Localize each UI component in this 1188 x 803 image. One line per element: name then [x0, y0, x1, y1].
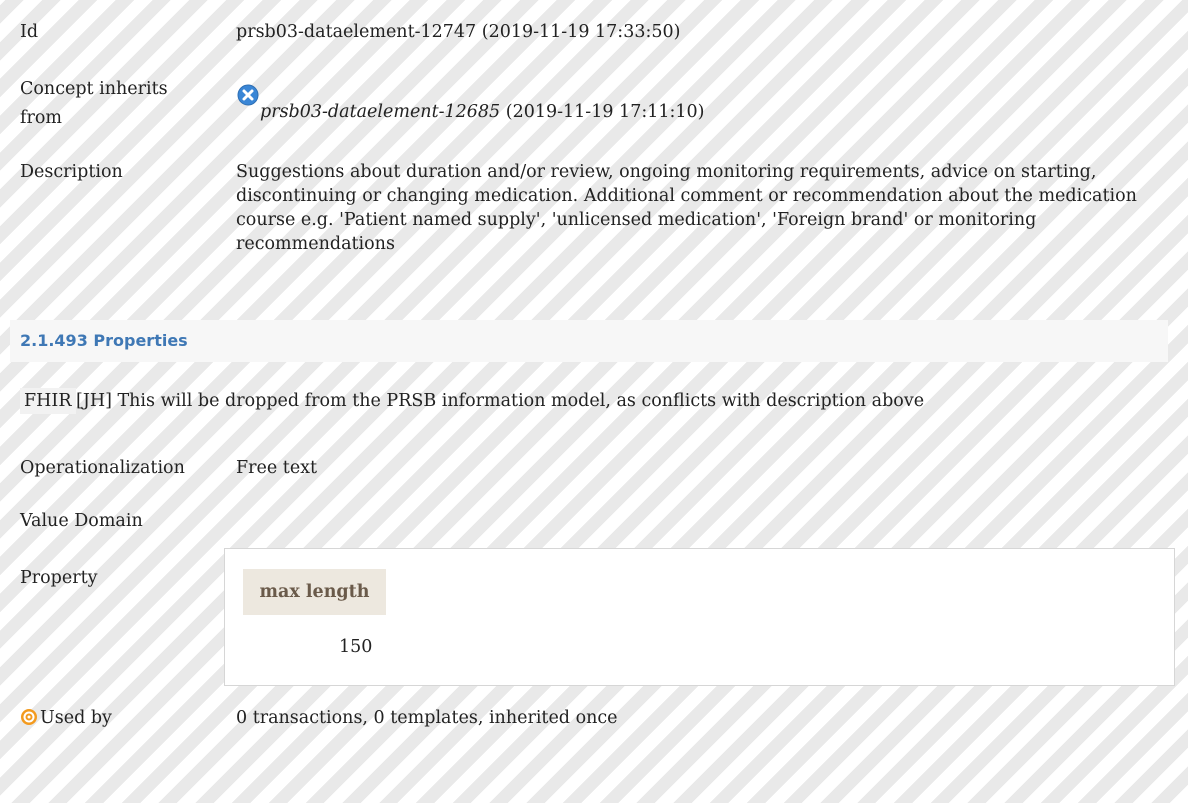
- fhir-tag: FHIR: [20, 388, 76, 414]
- concept-label-line1: Concept inherits: [20, 79, 168, 99]
- concept-source-link[interactable]: prsb03-dataelement-12685: [260, 102, 500, 122]
- used-by-label-wrap: Used by: [20, 706, 112, 733]
- id-value: prsb03-dataelement-12747 (2019-11-19 17:…: [236, 22, 681, 42]
- property-table: max length 150: [224, 548, 1175, 686]
- description-label: Description: [20, 162, 123, 182]
- fhir-note: [JH] This will be dropped from the PRSB …: [76, 391, 925, 411]
- value-domain-label: Value Domain: [20, 511, 143, 531]
- concept-source: prsb03-dataelement-12685 (2019-11-19 17:…: [260, 100, 704, 124]
- max-length-value: 150: [339, 637, 373, 657]
- operationalization-value: Free text: [236, 458, 318, 478]
- concept-source-date: (2019-11-19 17:11:10): [505, 102, 705, 122]
- id-label: Id: [20, 22, 39, 42]
- x-circle-icon[interactable]: [237, 84, 259, 111]
- target-icon: [20, 708, 38, 733]
- used-by-label: Used by: [40, 708, 112, 728]
- used-by-value[interactable]: 0 transactions, 0 templates, inherited o…: [236, 706, 618, 730]
- concept-label-line2: from: [20, 108, 62, 128]
- property-label: Property: [20, 568, 98, 588]
- properties-section-title[interactable]: 2.1.493 Properties: [10, 320, 1168, 362]
- operationalization-label: Operationalization: [20, 458, 185, 478]
- max-length-header: max length: [243, 569, 386, 615]
- description-value: Suggestions about duration and/or review…: [236, 162, 1137, 254]
